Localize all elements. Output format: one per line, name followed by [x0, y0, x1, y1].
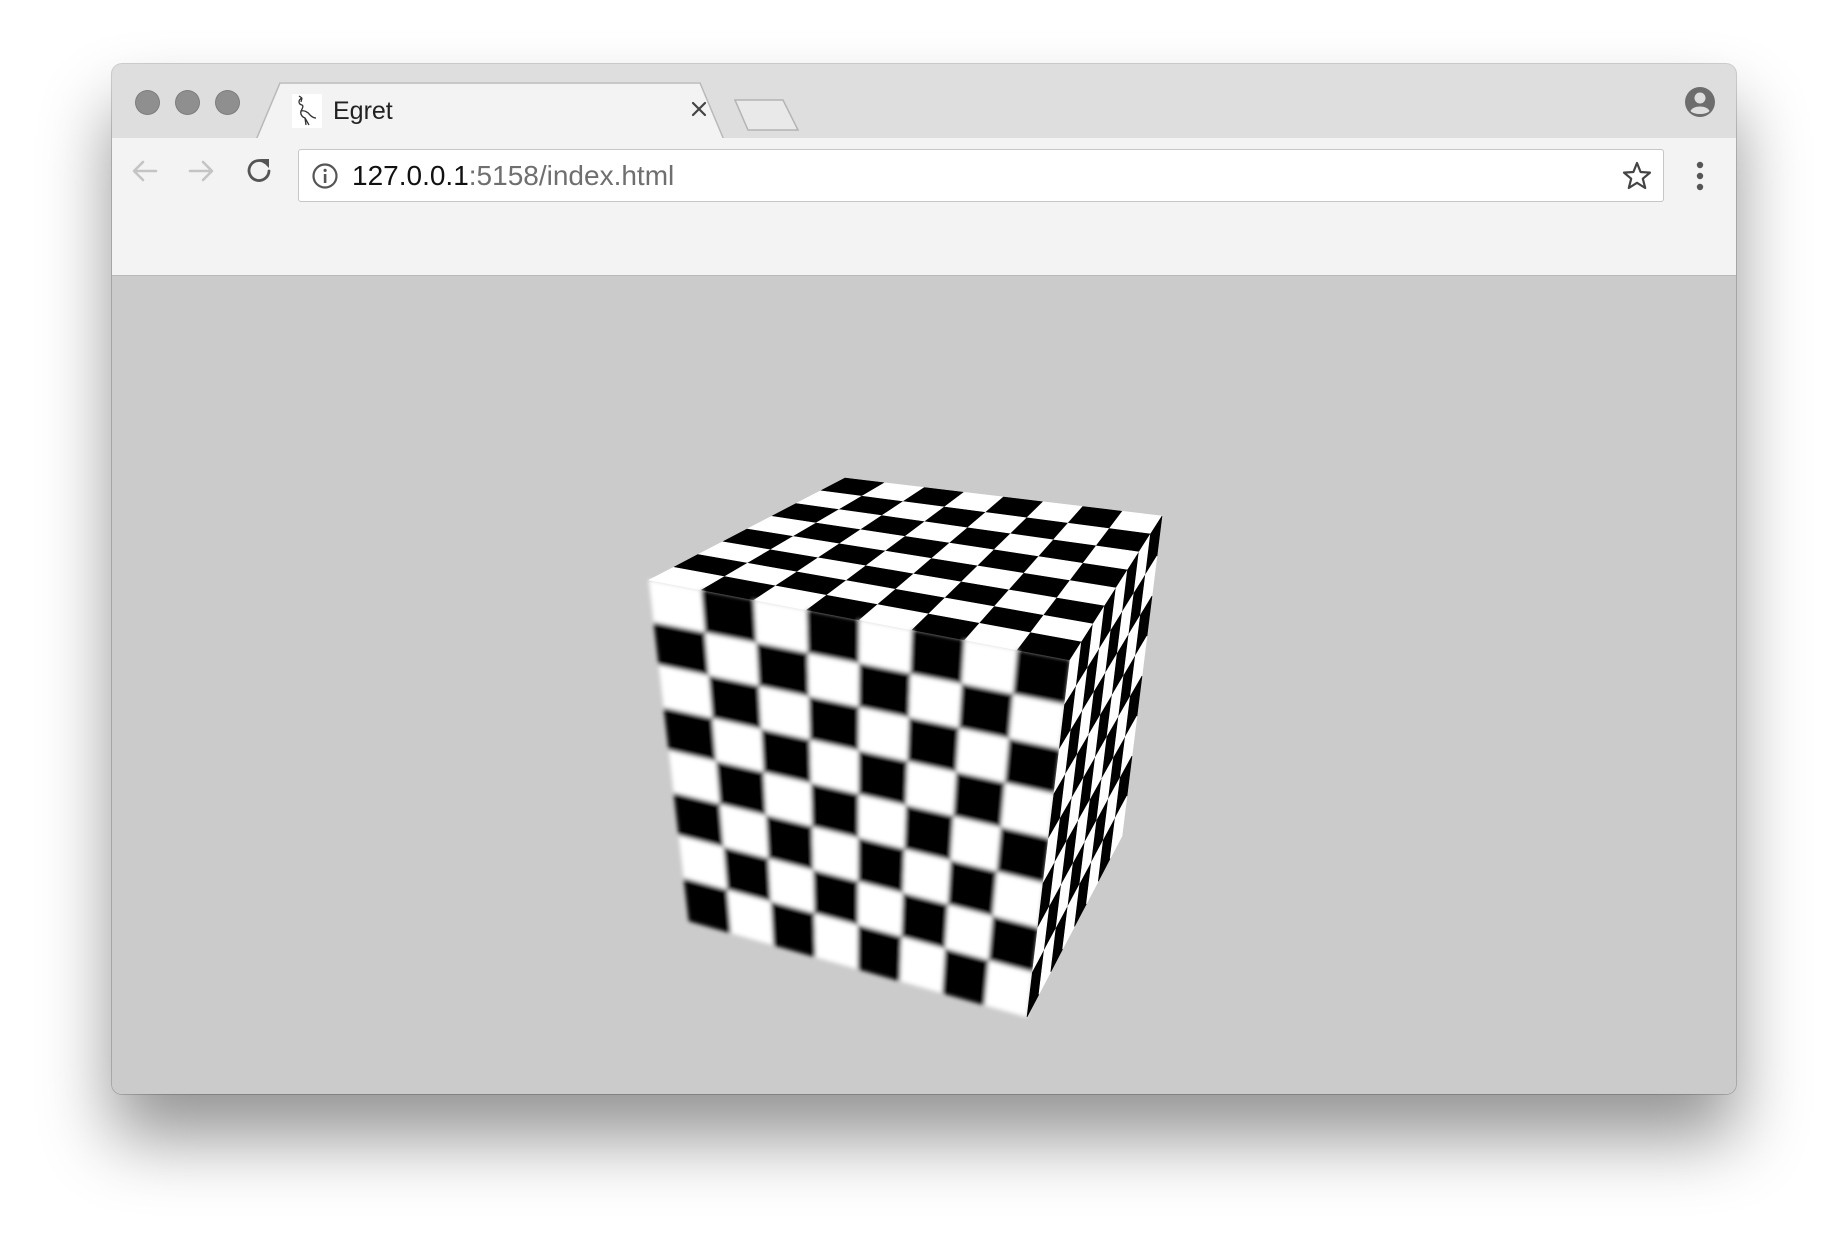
zoom-window-button[interactable] — [215, 90, 240, 115]
close-window-button[interactable] — [135, 90, 160, 115]
new-tab-button[interactable] — [733, 98, 800, 132]
star-icon[interactable] — [1621, 160, 1653, 192]
minimize-window-button[interactable] — [175, 90, 200, 115]
address-bar[interactable]: 127.0.0.1:5158/index.html — [298, 149, 1664, 202]
forward-arrow-icon[interactable] — [184, 154, 218, 188]
url-host: 127.0.0.1 — [352, 160, 469, 191]
tab-egret[interactable] — [256, 82, 724, 140]
title-bar: Egret — [112, 64, 1736, 140]
url-path: :5158/index.html — [468, 160, 675, 191]
browser-window: Egret 127.0.0.1:5158/index.html — [112, 64, 1736, 1094]
checkerboard-cube — [648, 477, 1163, 1018]
reload-icon[interactable] — [242, 154, 276, 188]
back-arrow-icon[interactable] — [128, 154, 162, 188]
close-icon[interactable] — [687, 97, 711, 121]
page-canvas[interactable] — [112, 276, 1736, 1094]
account-icon[interactable] — [1684, 86, 1716, 118]
url-text[interactable]: 127.0.0.1:5158/index.html — [352, 159, 674, 193]
more-vert-icon[interactable] — [1684, 158, 1716, 194]
egret-bird-icon — [292, 94, 322, 128]
info-icon[interactable] — [311, 162, 339, 190]
tab-title: Egret — [333, 97, 393, 125]
